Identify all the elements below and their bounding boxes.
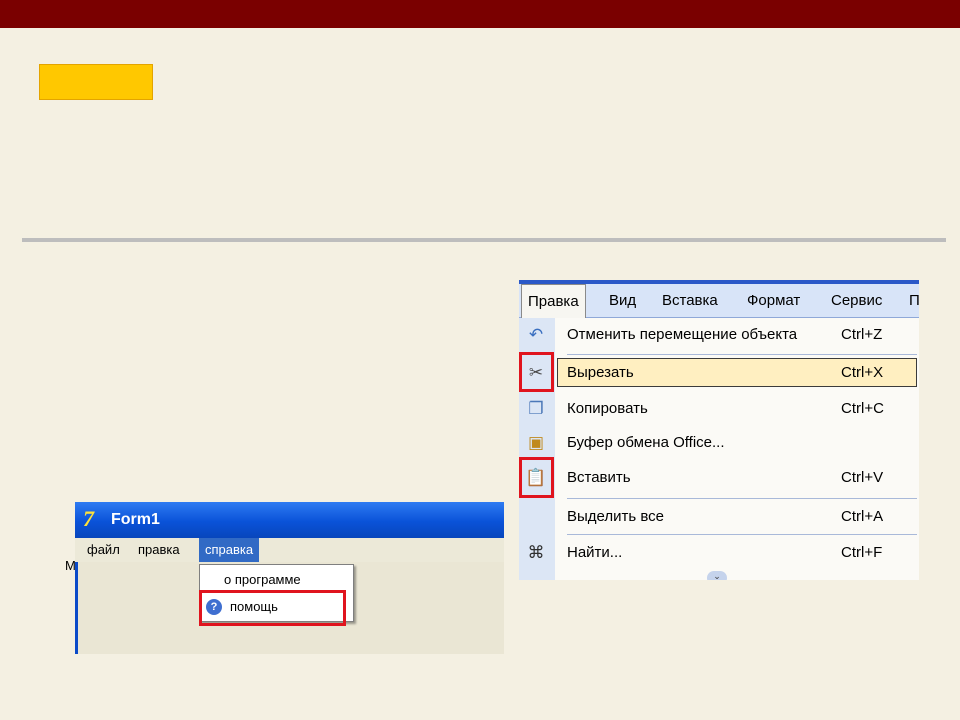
menu-cut-off-label: П [909, 292, 919, 309]
menu-pravka[interactable]: Правка [521, 284, 586, 318]
menu-item-find-shortcut: Ctrl+F [841, 544, 883, 561]
binoculars-icon: ⌘ [527, 543, 545, 563]
menu-item-select-all-shortcut: Ctrl+A [841, 508, 884, 525]
menu-separator [567, 498, 917, 499]
menu-item-undo[interactable]: ↶ Отменить перемещение объекта Ctrl+Z [519, 318, 919, 351]
menu-item-paste[interactable]: 📋 Вставить Ctrl+V [519, 461, 919, 494]
menu-format-label: Формат [747, 292, 801, 309]
menu-item-select-all[interactable]: Выделить все Ctrl+A [519, 500, 919, 533]
slide-tag-box [39, 64, 153, 100]
menu-item-copy[interactable]: ❐ Копировать Ctrl+C [519, 392, 919, 425]
menu-pravka-label: Правка [528, 293, 579, 310]
form1-menu-edit-label: правка [138, 542, 180, 557]
slide-top-bar [0, 0, 960, 28]
form1-menu-file-label: файл [87, 542, 120, 557]
menu-item-cut-label: Вырезать [567, 364, 634, 381]
expand-menu-chevron-icon[interactable]: ⌄ [707, 571, 727, 580]
form1-title-bar: 7 Form1 [75, 502, 504, 538]
red-highlight-frame-cut [519, 352, 554, 392]
menu-item-office-clipboard-label: Буфер обмена Office... [567, 434, 725, 451]
menu-item-paste-label: Вставить [567, 469, 631, 486]
menu-item-paste-shortcut: Ctrl+V [841, 469, 884, 486]
slide-divider [22, 238, 946, 242]
menu-vid-label: Вид [609, 292, 637, 309]
form1-menu-edit[interactable]: правка [138, 538, 180, 562]
office-edit-menu-screenshot: Правка Вид Вставка Формат Сервис П ↶ Отм… [519, 280, 919, 580]
copy-icon: ❐ [528, 399, 544, 419]
menu-item-undo-shortcut: Ctrl+Z [841, 326, 883, 343]
menu-separator [567, 534, 917, 535]
menu-item-undo-label: Отменить перемещение объекта [567, 326, 798, 343]
menu-item-select-all-label: Выделить все [567, 508, 665, 525]
stray-text-fragment: М [65, 558, 76, 573]
menu-item-find-label: Найти... [567, 544, 623, 561]
menu-vstavka-label: Вставка [662, 292, 718, 309]
menu-vstavka[interactable]: Вставка [662, 284, 718, 318]
form1-menubar: файл правка справка [75, 538, 504, 562]
red-highlight-frame-help [199, 590, 346, 626]
form1-menu-help-label: справка [205, 542, 254, 557]
undo-icon: ↶ [528, 325, 544, 345]
menu-servis-label: Сервис [831, 292, 883, 309]
menu-vid[interactable]: Вид [609, 284, 636, 318]
clipboard-office-icon: ▣ [527, 433, 545, 453]
menu-item-cut[interactable]: ✂ Вырезать Ctrl+X [519, 356, 919, 389]
menu-item-cut-shortcut: Ctrl+X [841, 364, 884, 381]
form1-menu-help[interactable]: справка [199, 538, 260, 562]
menu-item-find[interactable]: ⌘ Найти... Ctrl+F [519, 536, 919, 569]
form1-title: Form1 [111, 511, 160, 528]
menu-servis[interactable]: Сервис [831, 284, 882, 318]
form1-menu-file[interactable]: файл [87, 538, 120, 562]
menu-format[interactable]: Формат [747, 284, 800, 318]
menu-separator [567, 354, 917, 355]
menu-item-copy-label: Копировать [567, 400, 648, 417]
menu-item-office-clipboard[interactable]: ▣ Буфер обмена Office... [519, 426, 919, 459]
menu-item-copy-shortcut: Ctrl+C [841, 400, 884, 417]
menu-cut-off[interactable]: П [909, 284, 919, 318]
form1-left-border [75, 562, 78, 654]
form1-window-screenshot: 7 Form1 файл правка справка о программе … [75, 502, 504, 654]
office-menubar: Правка Вид Вставка Формат Сервис П [519, 284, 919, 318]
delphi-app-icon: 7 [83, 506, 94, 531]
red-highlight-frame-paste [519, 457, 554, 498]
